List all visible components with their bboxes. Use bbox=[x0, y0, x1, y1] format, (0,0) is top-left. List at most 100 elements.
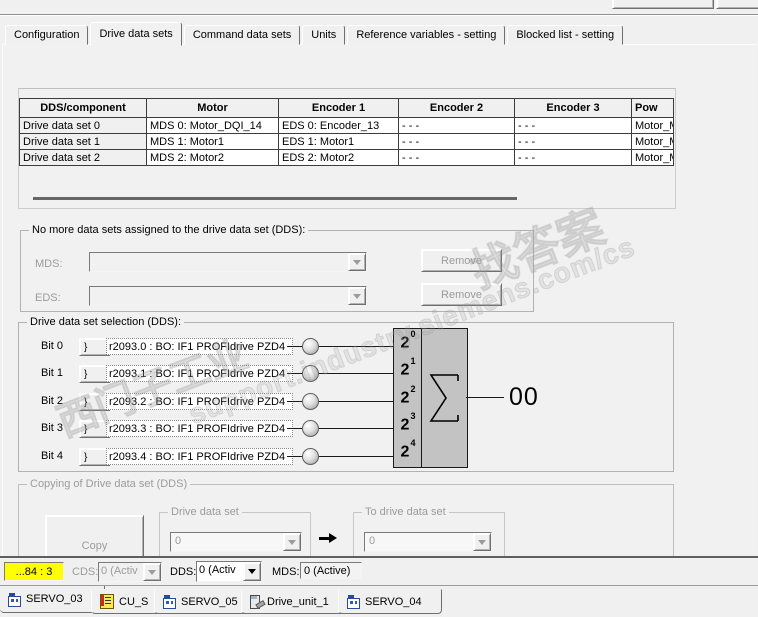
table-hscrollbar[interactable] bbox=[33, 197, 517, 200]
cell-encoder1[interactable]: EDS 2: Motor2 bbox=[278, 149, 399, 166]
bottom-tab-servo-04[interactable]: SERVO_04 bbox=[338, 589, 442, 614]
chevron-down-icon bbox=[283, 533, 301, 551]
bit-label: Bit 2 bbox=[41, 395, 64, 407]
bit0-source-field[interactable]: r2093.0 : BO: IF1 PROFIdrive PZD4 bbox=[106, 338, 293, 355]
tab-configuration[interactable]: Configuration bbox=[5, 25, 89, 45]
wire bbox=[319, 373, 393, 374]
cell-motor[interactable]: MDS 0: Motor_DQI_14 bbox=[146, 117, 279, 134]
bottom-tab-label: CU_S bbox=[119, 595, 149, 608]
bit1-source-field[interactable]: r2093.1 : BO: IF1 PROFIdrive PZD4 bbox=[106, 365, 293, 382]
chevron-down-icon bbox=[143, 563, 161, 581]
col-dds-component: DDS/component bbox=[19, 98, 147, 118]
top-tab-strip: Configuration Drive data sets Command da… bbox=[5, 22, 625, 46]
bit2-source-field[interactable]: r2093.2 : BO: IF1 PROFIdrive PZD4 bbox=[106, 393, 293, 410]
cell-motor[interactable]: MDS 2: Motor2 bbox=[146, 149, 279, 166]
bottom-tab-servo-03[interactable]: SERVO_03 bbox=[0, 586, 105, 613]
power-label: 21 bbox=[400, 356, 416, 379]
tab-blocked-list[interactable]: Blocked list - setting bbox=[507, 25, 624, 45]
table-row[interactable]: Drive data set 0 MDS 0: Motor_DQI_14 EDS… bbox=[19, 117, 674, 134]
bit-label: Bit 4 bbox=[41, 450, 64, 462]
cell-encoder2[interactable]: - - - bbox=[398, 117, 515, 134]
row-header[interactable]: Drive data set 0 bbox=[19, 117, 147, 134]
remove-mds-button[interactable]: Remove bbox=[421, 249, 502, 272]
top-partial-button-2[interactable] bbox=[716, 0, 758, 9]
connector-node-icon bbox=[302, 393, 319, 410]
group-title: To drive data set bbox=[362, 506, 449, 518]
tab-command-data-sets[interactable]: Command data sets bbox=[183, 25, 301, 45]
col-power-unit: Pow bbox=[631, 98, 674, 118]
sigma-icon bbox=[429, 374, 459, 422]
bit4-source-field[interactable]: r2093.4 : BO: IF1 PROFIdrive PZD4 bbox=[106, 448, 293, 465]
row-header[interactable]: Drive data set 1 bbox=[19, 133, 147, 150]
copy-to-value: 0 bbox=[369, 535, 376, 547]
tab-reference-variables[interactable]: Reference variables - setting bbox=[347, 25, 506, 45]
cds-label: CDS: bbox=[72, 566, 99, 578]
mds-combobox-value bbox=[90, 253, 348, 271]
group-title: No more data sets assigned to the drive … bbox=[29, 224, 309, 236]
bottom-tab-drive-unit-1[interactable]: Drive_unit_1 bbox=[241, 589, 353, 614]
cell-encoder3[interactable]: - - - bbox=[514, 149, 632, 166]
col-encoder3: Encoder 3 bbox=[514, 98, 632, 118]
eds-label: EDS: bbox=[35, 292, 61, 304]
cell-encoder2[interactable]: - - - bbox=[398, 149, 515, 166]
wire bbox=[319, 346, 393, 347]
table-row[interactable]: Drive data set 1 MDS 1: Motor1 EDS 1: Mo… bbox=[19, 133, 674, 150]
arrow-right-icon bbox=[319, 533, 339, 545]
group-title: Drive data set bbox=[168, 506, 242, 518]
sum-block: 20 21 22 23 24 bbox=[393, 328, 468, 468]
bottom-tab-label: SERVO_04 bbox=[365, 595, 422, 608]
cell-power-unit[interactable]: Motor_M bbox=[631, 117, 674, 134]
mds-label: MDS: bbox=[272, 566, 300, 578]
connector-node-icon bbox=[302, 448, 319, 465]
bottom-tab-label: SERVO_03 bbox=[26, 593, 83, 605]
tab-drive-data-sets[interactable]: Drive data sets bbox=[90, 22, 182, 46]
drive-data-sets-window: Configuration Drive data sets Command da… bbox=[0, 0, 758, 617]
chevron-down-icon[interactable] bbox=[243, 562, 261, 581]
power-label: 24 bbox=[400, 438, 416, 461]
cell-encoder1[interactable]: EDS 0: Encoder_13 bbox=[278, 117, 399, 134]
servo-icon bbox=[163, 595, 176, 609]
wire bbox=[287, 456, 302, 457]
cell-encoder3[interactable]: - - - bbox=[514, 133, 632, 150]
cell-encoder3[interactable]: - - - bbox=[514, 117, 632, 134]
cell-motor[interactable]: MDS 1: Motor1 bbox=[146, 133, 279, 150]
cell-power-unit[interactable]: Motor_M bbox=[631, 133, 674, 150]
wire bbox=[319, 428, 393, 429]
bit3-source-field[interactable]: r2093.3 : BO: IF1 PROFIdrive PZD4 bbox=[106, 420, 293, 437]
bit-label: Bit 1 bbox=[41, 367, 64, 379]
dds-combobox[interactable]: 0 (Activ bbox=[196, 561, 262, 582]
connector-node-icon bbox=[302, 365, 319, 382]
connector-node-icon bbox=[302, 338, 319, 355]
tab-units[interactable]: Units bbox=[302, 25, 346, 45]
cds-value: 0 (Activ bbox=[101, 565, 138, 577]
cell-encoder1[interactable]: EDS 1: Motor1 bbox=[278, 133, 399, 150]
status-bar: ...84 : 3 CDS: 0 (Activ DDS: 0 (Activ MD… bbox=[0, 556, 758, 585]
remove-eds-button[interactable]: Remove bbox=[421, 283, 502, 306]
table-header-row: DDS/component Motor Encoder 1 Encoder 2 … bbox=[19, 98, 674, 118]
copy-button[interactable]: Copy bbox=[45, 515, 144, 561]
dds-value: 0 (Activ bbox=[199, 564, 236, 576]
group-title: Copying of Drive data set (DDS) bbox=[27, 478, 191, 490]
copy-from-value: 0 bbox=[175, 535, 182, 547]
bit-label: Bit 3 bbox=[41, 422, 64, 434]
eds-combobox bbox=[89, 286, 367, 306]
chevron-down-icon bbox=[348, 287, 366, 305]
wire bbox=[287, 346, 302, 347]
cell-encoder2[interactable]: - - - bbox=[398, 133, 515, 150]
cds-combobox: 0 (Activ bbox=[98, 562, 162, 582]
wire bbox=[287, 373, 302, 374]
power-label: 20 bbox=[400, 329, 416, 352]
cell-power-unit[interactable]: Motor_M bbox=[631, 149, 674, 166]
dds-sum-output: 00 bbox=[509, 383, 539, 411]
eds-combobox-value bbox=[90, 287, 348, 305]
table-row[interactable]: Drive data set 2 MDS 2: Motor2 EDS 2: Mo… bbox=[19, 149, 674, 166]
wire bbox=[466, 397, 504, 398]
col-encoder2: Encoder 2 bbox=[398, 98, 515, 118]
row-header[interactable]: Drive data set 2 bbox=[19, 149, 147, 166]
parameter-reference-field[interactable]: ...84 : 3 bbox=[4, 562, 64, 581]
top-partial-button-1[interactable] bbox=[612, 0, 714, 9]
dds-selection-group: Drive data set selection (DDS): Bit 0 } … bbox=[18, 316, 674, 472]
bit-label: Bit 0 bbox=[41, 340, 64, 352]
chevron-down-icon bbox=[348, 253, 366, 271]
mds-label: MDS: bbox=[35, 258, 63, 270]
